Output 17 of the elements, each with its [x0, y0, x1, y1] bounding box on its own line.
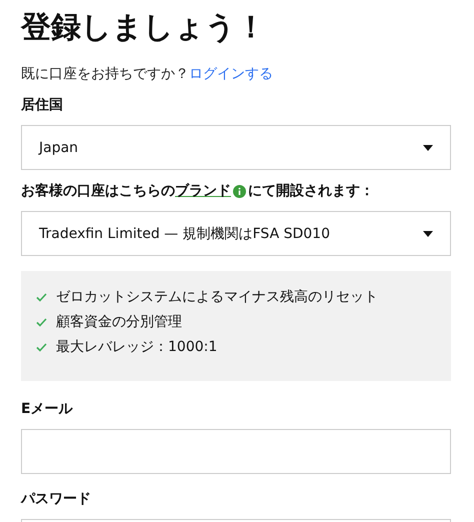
feature-text: 最大レバレッジ：1000:1 [56, 338, 218, 357]
login-prompt: 既に口座をお持ちですか？ログインする [21, 65, 274, 84]
brand-dropdown[interactable]: Tradexfin Limited — 規制機関はFSA SD010 [21, 211, 451, 256]
field-label: パスワード [21, 490, 92, 509]
info-icon[interactable] [233, 184, 246, 198]
caret-icon [423, 230, 433, 236]
caret-icon [423, 144, 433, 150]
login-link[interactable]: ログインする [189, 66, 273, 82]
country-dropdown[interactable]: Japan [21, 125, 451, 170]
field-label: 居住国 [21, 96, 64, 115]
field-label: お客様の口座はこちらのブランド にて開設されます： [21, 181, 375, 201]
feature-text: 顧客資金の分別管理 [56, 313, 182, 332]
field-label: Eメール [21, 400, 74, 419]
feature-text: ゼロカットシステムによるマイナス残高のリセット [56, 288, 378, 307]
page-title: 登録しましょう！ [21, 9, 267, 47]
email-field[interactable] [21, 429, 451, 474]
brand-link[interactable]: ブランド [175, 181, 231, 201]
